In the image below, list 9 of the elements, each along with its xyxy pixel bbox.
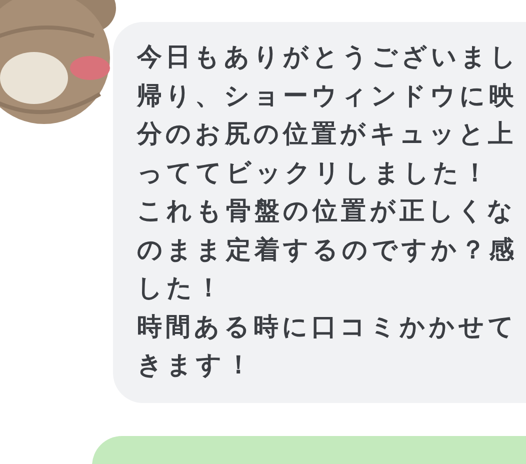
- message-line: 今日もありがとうございまし: [137, 41, 520, 73]
- message-line: した！: [137, 272, 225, 304]
- message-line: きます！: [137, 349, 254, 381]
- message-line: 時間ある時に口コミかかせて: [137, 310, 518, 342]
- message-line: 帰り、ショーウィンドウに映: [137, 80, 518, 112]
- message-line: っててビックリしました！: [137, 156, 492, 188]
- message-line: のまま定着するのですか？感: [137, 234, 518, 266]
- message-line: これも骨盤の位置が正しくな: [137, 195, 517, 227]
- message-line: 分のお尻の位置がキュッと上: [137, 118, 517, 150]
